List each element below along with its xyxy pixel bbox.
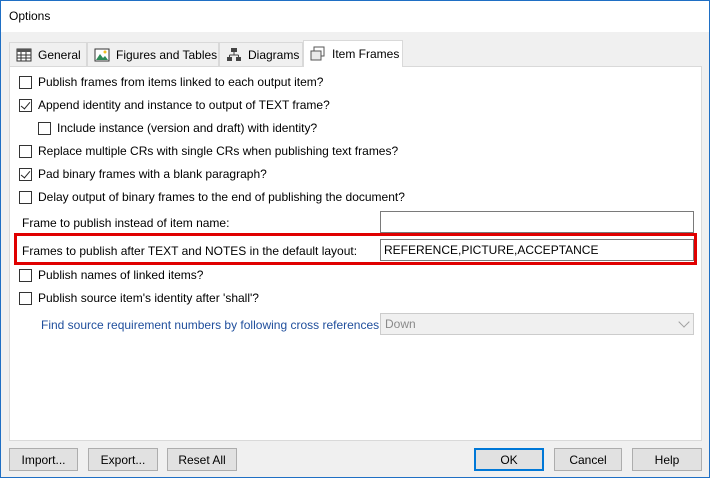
checkbox[interactable]	[19, 144, 32, 158]
options-dialog: Options General Figures and Tables Diagr…	[0, 0, 710, 478]
option-label: Publish source item's identity after 'sh…	[38, 291, 259, 305]
picture-icon	[94, 47, 110, 63]
reset-all-button[interactable]: Reset All	[167, 448, 237, 471]
tab-general-label: General	[38, 47, 81, 62]
tab-general[interactable]: General	[9, 42, 87, 66]
tab-figures-and-tables[interactable]: Figures and Tables	[87, 42, 219, 66]
tab-diagrams[interactable]: Diagrams	[219, 42, 303, 66]
option-include-instance[interactable]: Include instance (version and draft) wit…	[38, 121, 317, 135]
chevron-down-icon	[678, 316, 690, 328]
option-publish-frames-linked[interactable]: Publish frames from items linked to each…	[19, 75, 323, 89]
tab-figures-label: Figures and Tables	[116, 47, 218, 62]
frame-instead-label: Frame to publish instead of item name:	[22, 216, 230, 230]
option-label: Publish names of linked items?	[38, 268, 204, 282]
option-append-identity[interactable]: Append identity and instance to output o…	[19, 98, 330, 112]
import-button[interactable]: Import...	[9, 448, 78, 471]
checkbox[interactable]	[38, 121, 51, 135]
cancel-button[interactable]: Cancel	[554, 448, 622, 471]
option-publish-source-identity[interactable]: Publish source item's identity after 'sh…	[19, 291, 259, 305]
diagram-icon	[226, 47, 242, 63]
checkbox[interactable]	[19, 75, 32, 89]
checkbox[interactable]	[19, 190, 32, 204]
option-label: Replace multiple CRs with single CRs whe…	[38, 144, 399, 158]
checkbox[interactable]	[19, 291, 32, 305]
option-label: Append identity and instance to output o…	[38, 98, 330, 112]
option-delay-binary[interactable]: Delay output of binary frames to the end…	[19, 190, 405, 204]
dropdown-value: Down	[385, 317, 416, 331]
tab-item-frames[interactable]: Item Frames	[303, 40, 403, 67]
find-source-label: Find source requirement numbers by follo…	[41, 318, 383, 332]
option-replace-crs[interactable]: Replace multiple CRs with single CRs whe…	[19, 144, 398, 158]
checkbox-checked[interactable]	[19, 98, 32, 112]
title-bar: Options	[1, 1, 709, 32]
tab-diagrams-label: Diagrams	[248, 47, 300, 62]
frames-icon	[310, 46, 326, 62]
find-source-dropdown[interactable]: Down	[380, 313, 694, 335]
ok-button[interactable]: OK	[474, 448, 544, 471]
option-label: Include instance (version and draft) wit…	[57, 121, 318, 135]
option-publish-names-linked[interactable]: Publish names of linked items?	[19, 268, 203, 282]
tab-item-frames-label: Item Frames	[332, 47, 400, 61]
highlight-box	[14, 233, 697, 265]
checkbox-checked[interactable]	[19, 167, 32, 181]
checkbox[interactable]	[19, 268, 32, 282]
option-label: Delay output of binary frames to the end…	[38, 190, 405, 204]
option-pad-binary[interactable]: Pad binary frames with a blank paragraph…	[19, 167, 267, 181]
window-title: Options	[9, 9, 51, 23]
export-button[interactable]: Export...	[88, 448, 158, 471]
help-button[interactable]: Help	[632, 448, 702, 471]
grid-icon	[16, 47, 32, 63]
option-label: Pad binary frames with a blank paragraph…	[38, 167, 267, 181]
frame-instead-input[interactable]	[380, 211, 694, 233]
option-label: Publish frames from items linked to each…	[38, 75, 324, 89]
